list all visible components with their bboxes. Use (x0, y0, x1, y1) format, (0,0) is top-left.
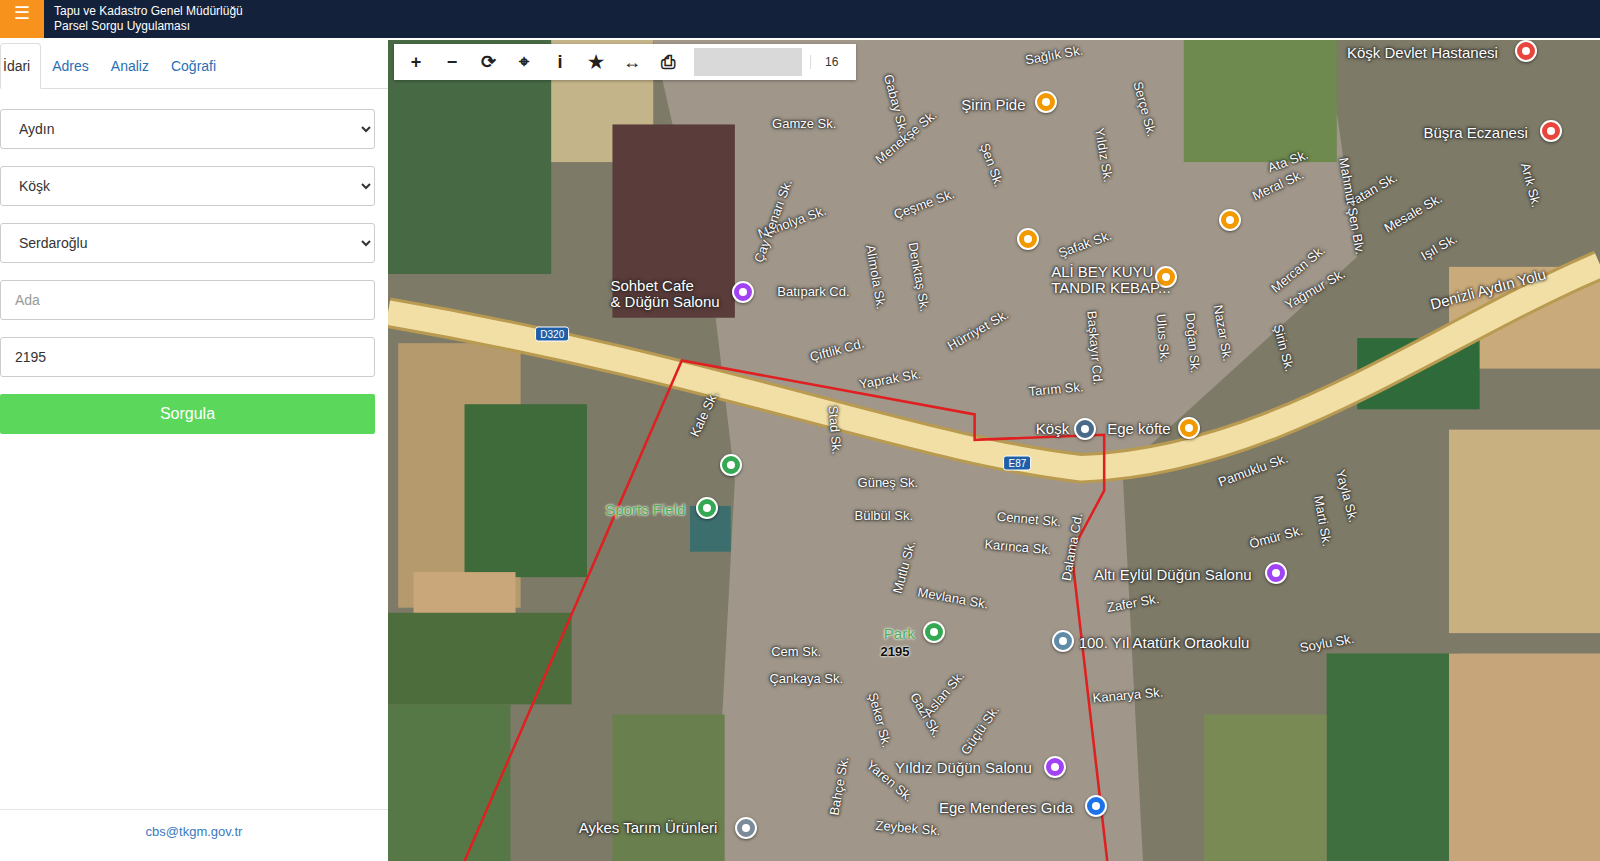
ada-input[interactable] (0, 280, 375, 320)
place-label: Yıldız Düğün Salonu (895, 760, 1032, 776)
place-label: ALİ BEY KUYUTANDIR KEBAP... (1051, 264, 1170, 296)
select-field[interactable]: Serdaroğlu (0, 223, 375, 263)
tool-button[interactable]: ★ (578, 51, 614, 73)
street-label: Batıpark Cd. (777, 284, 849, 299)
street-label: Çankaya Sk. (769, 670, 843, 685)
place-label: Büşra Eczanesi (1424, 125, 1528, 141)
place-label: Ege köfte (1107, 421, 1170, 437)
parsel-input[interactable] (0, 337, 375, 377)
place-label: Sports Field (605, 502, 685, 518)
zoom-level: 16 (810, 55, 852, 69)
tab-bar: İdariAdresAnalizCoğrafi (0, 38, 388, 89)
tool-button[interactable]: − (434, 52, 470, 73)
tool-button[interactable]: ↔ (614, 52, 650, 73)
place-pin-icon[interactable] (1540, 120, 1562, 142)
tool-button[interactable]: ⎙ (650, 52, 686, 73)
tab[interactable]: Analiz (100, 43, 160, 89)
shield-label: D320 (535, 327, 569, 342)
place-label: Altı Eylül Düğün Salonu (1094, 567, 1252, 583)
place-pin-icon[interactable] (696, 497, 718, 519)
workspace: İdariAdresAnalizCoğrafi Aydın Köşk Serdaroğ… (0, 38, 1600, 861)
place-pin-icon[interactable] (1085, 795, 1107, 817)
place-pin-icon[interactable] (732, 281, 754, 303)
place-label: 100. Yıl Atatürk Ortaokulu (1079, 635, 1250, 651)
tool-button[interactable]: i (542, 52, 578, 73)
place-label: Sohbet Cafe& Düğün Salonu (610, 278, 719, 310)
app: ☰Tapu ve Kadastro Genel MüdürlüğüParsel … (0, 0, 1600, 861)
place-pin-icon[interactable] (1515, 40, 1537, 62)
place-pin-icon[interactable] (1219, 209, 1241, 231)
app-title: Tapu ve Kadastro Genel MüdürlüğüParsel S… (44, 0, 243, 38)
select-field[interactable]: Köşk (0, 166, 375, 206)
map-toolbar: +−⟳⌖i★↔⎙ 16 (394, 44, 856, 80)
place-pin-icon[interactable] (1052, 630, 1074, 652)
select-field[interactable]: Aydın (0, 109, 375, 149)
tool-button[interactable]: + (398, 52, 434, 73)
place-pin-icon[interactable] (1265, 562, 1287, 584)
street-label: Cem Sk. (771, 644, 821, 659)
place-label: Köşk (1036, 421, 1069, 437)
tool-button[interactable]: ⟳ (470, 51, 506, 73)
place-pin-icon[interactable] (1074, 418, 1096, 440)
map[interactable]: Sağlık Sk.Gamze Sk.Menekşe Sk.Çeşme Sk.M… (388, 38, 1600, 861)
place-label: Aykes Tarım Ürünleri (579, 820, 718, 836)
place-pin-icon[interactable] (720, 454, 742, 476)
place-label: Köşk Devlet Hastanesi (1347, 45, 1498, 61)
place-pin-icon[interactable] (735, 817, 757, 839)
query-panel: İdariAdresAnalizCoğrafi Aydın Köşk Serdaroğ… (0, 38, 388, 861)
parcel-label: 2195 (881, 644, 910, 659)
menu-icon[interactable]: ☰ (0, 0, 44, 38)
place-label: Şirin Pide (961, 97, 1025, 113)
place-pin-icon[interactable] (1035, 91, 1057, 113)
query-button[interactable]: Sorgula (0, 394, 375, 434)
search-box[interactable] (694, 48, 802, 76)
tab[interactable]: Adres (41, 43, 100, 89)
street-label: Güneş Sk. (858, 474, 919, 489)
query-form: Aydın Köşk Serdaroğlu Sorgula (0, 89, 388, 434)
place-pin-icon[interactable] (1044, 756, 1066, 778)
street-label: Gamze Sk. (772, 116, 836, 131)
place-label: Ege Menderes Gıda (939, 800, 1073, 816)
contact-email[interactable]: cbs@tkgm.gov.tr (0, 809, 388, 861)
shield-label: E87 (1004, 456, 1032, 471)
header: ☰Tapu ve Kadastro Genel MüdürlüğüParsel … (0, 0, 1600, 38)
app-subtitle: Parsel Sorgu Uygulaması (54, 19, 243, 34)
place-pin-icon[interactable] (923, 621, 945, 643)
tab[interactable]: İdari (0, 43, 41, 89)
place-pin-icon[interactable] (1178, 417, 1200, 439)
place-label: Park (884, 626, 915, 642)
tool-button[interactable]: ⌖ (506, 52, 542, 73)
tab[interactable]: Coğrafi (160, 43, 227, 89)
place-pin-icon[interactable] (1017, 228, 1039, 250)
street-label: Bülbül Sk. (855, 508, 914, 523)
org-title: Tapu ve Kadastro Genel Müdürlüğü (54, 4, 243, 19)
